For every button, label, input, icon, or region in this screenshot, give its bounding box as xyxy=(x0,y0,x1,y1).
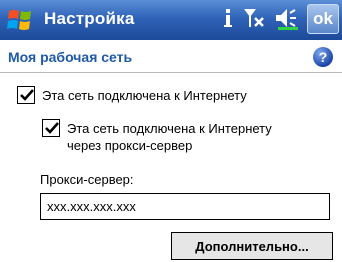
volume-icon[interactable] xyxy=(274,6,300,35)
signal-off-icon[interactable] xyxy=(242,6,266,35)
proxy-checkbox-label-line2[interactable]: через прокси-сервер xyxy=(67,137,192,154)
title-bar: Настройка ok xyxy=(0,0,342,40)
page-header: Моя рабочая сеть ? xyxy=(0,40,342,74)
proxy-checkbox[interactable] xyxy=(42,119,60,137)
app-title: Настройка xyxy=(44,9,135,28)
checkmark-icon xyxy=(45,122,59,134)
proxy-checkbox-label-line1[interactable]: Эта сеть подключена к Интернету xyxy=(67,120,272,137)
checkmark-icon xyxy=(20,89,34,101)
page-title: Моя рабочая сеть xyxy=(8,49,133,65)
ok-button[interactable]: ok xyxy=(307,4,339,34)
proxy-server-label: Прокси-сервер: xyxy=(40,172,134,187)
header-divider xyxy=(0,72,342,73)
internet-checkbox[interactable] xyxy=(17,86,35,104)
advanced-button[interactable]: Дополнительно... xyxy=(171,232,333,260)
internet-checkbox-label[interactable]: Эта сеть подключена к Интернету xyxy=(42,87,247,104)
help-icon[interactable]: ? xyxy=(313,47,333,67)
connectivity-icon[interactable] xyxy=(222,7,234,34)
status-icons xyxy=(222,6,300,34)
proxy-server-input[interactable]: xxx.xxx.xxx.xxx xyxy=(40,193,330,220)
windows-start-icon[interactable] xyxy=(6,7,34,33)
